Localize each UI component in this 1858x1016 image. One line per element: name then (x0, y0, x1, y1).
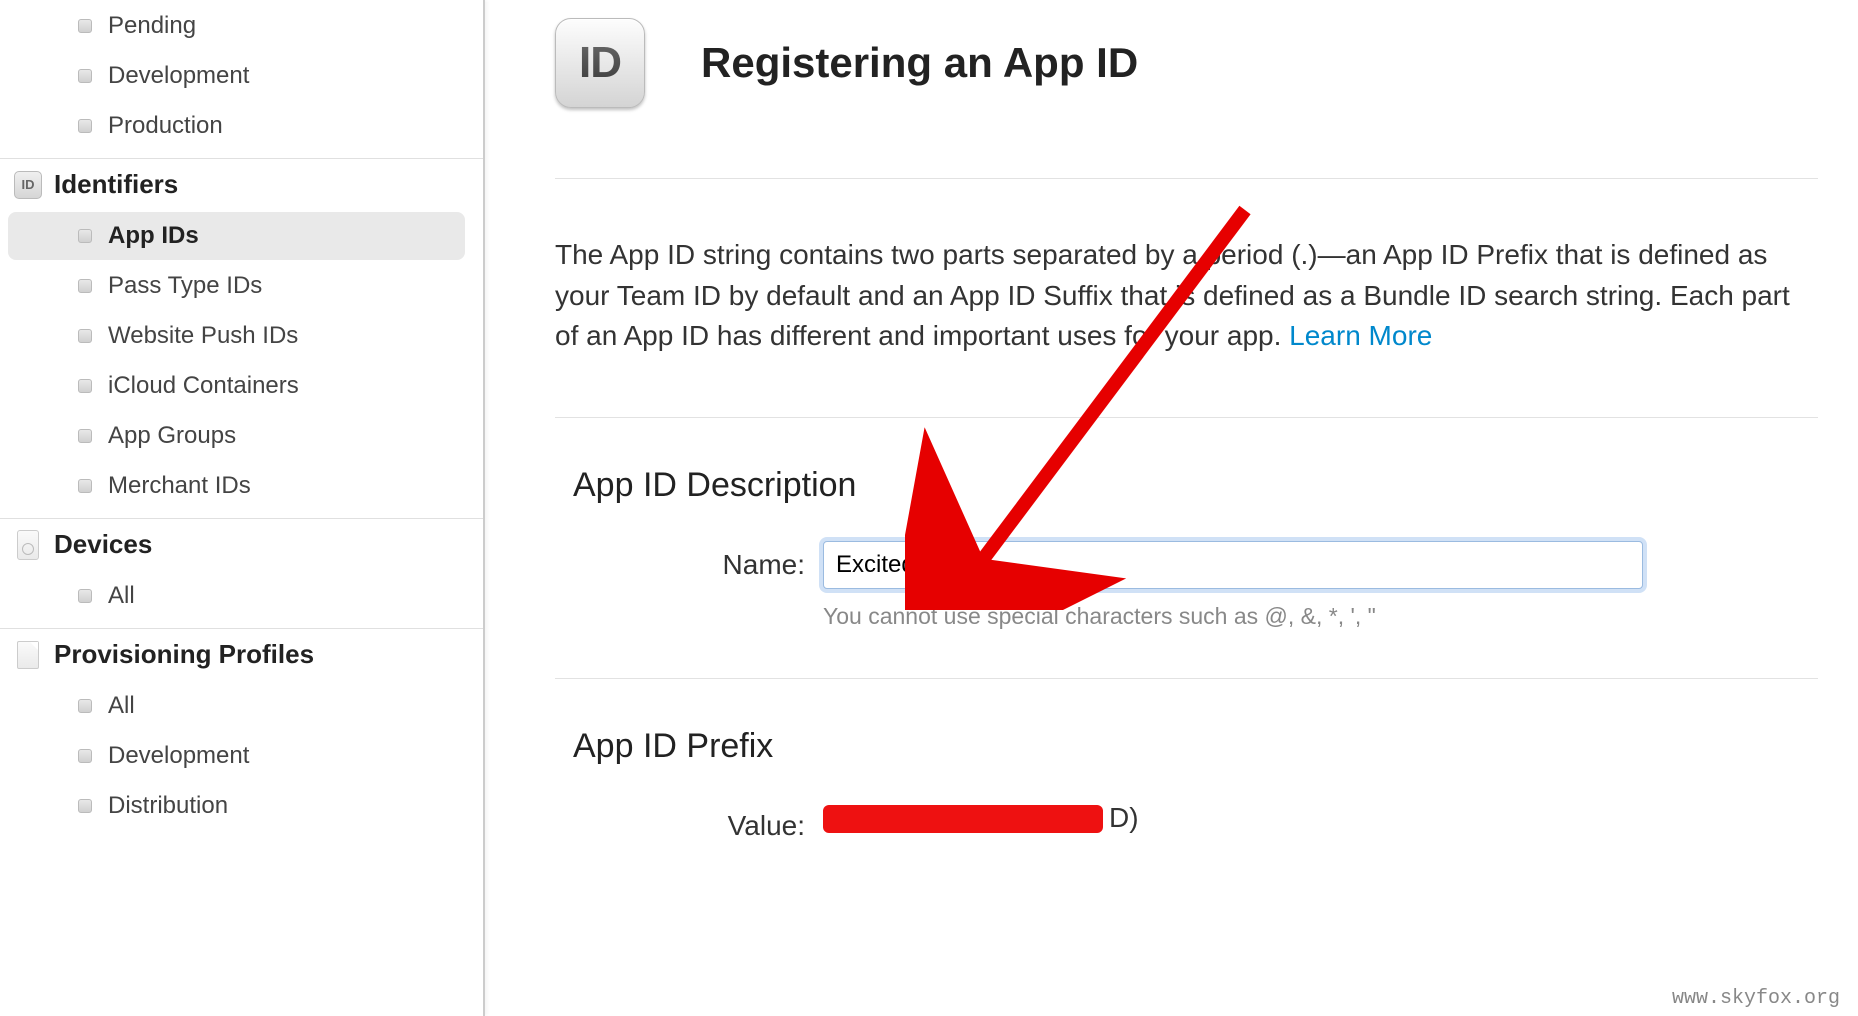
sidebar-item-label: Development (108, 742, 249, 770)
bullet-icon (78, 429, 92, 443)
sidebar-item-label: iCloud Containers (108, 372, 299, 400)
bullet-icon (78, 119, 92, 133)
sidebar: Pending Development Production ID Identi… (0, 0, 485, 1016)
name-hint: You cannot use special characters such a… (823, 603, 1643, 630)
sidebar-item-app-ids[interactable]: App IDs (8, 212, 465, 260)
sidebar-item-label: App IDs (108, 222, 199, 250)
sidebar-item-pass-type-ids[interactable]: Pass Type IDs (8, 262, 465, 310)
page-header: ID Registering an App ID (555, 0, 1818, 179)
sidebar-item-profiles-distribution[interactable]: Distribution (8, 782, 465, 830)
sidebar-item-devices-all[interactable]: All (8, 572, 465, 620)
sidebar-item-website-push-ids[interactable]: Website Push IDs (8, 312, 465, 360)
main-content: ID Registering an App ID The App ID stri… (485, 0, 1858, 1016)
learn-more-link[interactable]: Learn More (1289, 320, 1432, 351)
sidebar-header-provisioning-profiles[interactable]: Provisioning Profiles (0, 628, 483, 680)
sidebar-item-app-groups[interactable]: App Groups (8, 412, 465, 460)
sidebar-item-label: Merchant IDs (108, 472, 251, 500)
sidebar-item-profiles-all[interactable]: All (8, 682, 465, 730)
sidebar-item-icloud-containers[interactable]: iCloud Containers (8, 362, 465, 410)
app-id-icon: ID (555, 18, 645, 108)
value-trail-text: D) (1109, 802, 1139, 833)
bullet-icon (78, 229, 92, 243)
sidebar-item-pending[interactable]: Pending (8, 2, 465, 50)
section-heading: App ID Description (573, 466, 1818, 505)
sidebar-item-label: App Groups (108, 422, 236, 450)
app-id-prefix-section: App ID Prefix Value: D) (555, 679, 1818, 842)
watermark: www.skyfox.org (1672, 987, 1840, 1010)
name-row: Name: You cannot use special characters … (573, 541, 1818, 630)
bullet-icon (78, 329, 92, 343)
app-id-name-input[interactable] (823, 541, 1643, 589)
bullet-icon (78, 749, 92, 763)
sidebar-item-label: All (108, 692, 135, 720)
sidebar-item-label: Development (108, 62, 249, 90)
sidebar-header-label: Identifiers (54, 169, 178, 200)
sidebar-item-profiles-development[interactable]: Development (8, 732, 465, 780)
sidebar-item-production[interactable]: Production (8, 102, 465, 150)
id-icon: ID (14, 171, 42, 199)
device-icon (14, 531, 42, 559)
bullet-icon (78, 799, 92, 813)
bullet-icon (78, 379, 92, 393)
sidebar-header-label: Devices (54, 529, 152, 560)
value-row: Value: D) (573, 802, 1818, 842)
app-id-description-section: App ID Description Name: You cannot use … (555, 418, 1818, 679)
redacted-team-id (823, 805, 1103, 833)
name-label: Name: (573, 541, 823, 581)
bullet-icon (78, 699, 92, 713)
intro-text: The App ID string contains two parts sep… (555, 239, 1790, 351)
prefix-value: D) (823, 802, 1643, 834)
bullet-icon (78, 279, 92, 293)
sidebar-item-label: Pass Type IDs (108, 272, 262, 300)
sidebar-header-label: Provisioning Profiles (54, 639, 314, 670)
bullet-icon (78, 589, 92, 603)
sidebar-item-label: Pending (108, 12, 196, 40)
bullet-icon (78, 479, 92, 493)
sidebar-header-devices[interactable]: Devices (0, 518, 483, 570)
section-heading: App ID Prefix (573, 727, 1818, 766)
document-icon (14, 641, 42, 669)
intro-paragraph: The App ID string contains two parts sep… (555, 179, 1818, 418)
sidebar-item-merchant-ids[interactable]: Merchant IDs (8, 462, 465, 510)
page-title: Registering an App ID (701, 39, 1138, 87)
value-label: Value: (573, 802, 823, 842)
bullet-icon (78, 19, 92, 33)
sidebar-item-label: All (108, 582, 135, 610)
bullet-icon (78, 69, 92, 83)
sidebar-item-label: Website Push IDs (108, 322, 298, 350)
sidebar-item-label: Distribution (108, 792, 228, 820)
sidebar-item-cert-development[interactable]: Development (8, 52, 465, 100)
sidebar-item-label: Production (108, 112, 223, 140)
sidebar-header-identifiers[interactable]: ID Identifiers (0, 158, 483, 210)
